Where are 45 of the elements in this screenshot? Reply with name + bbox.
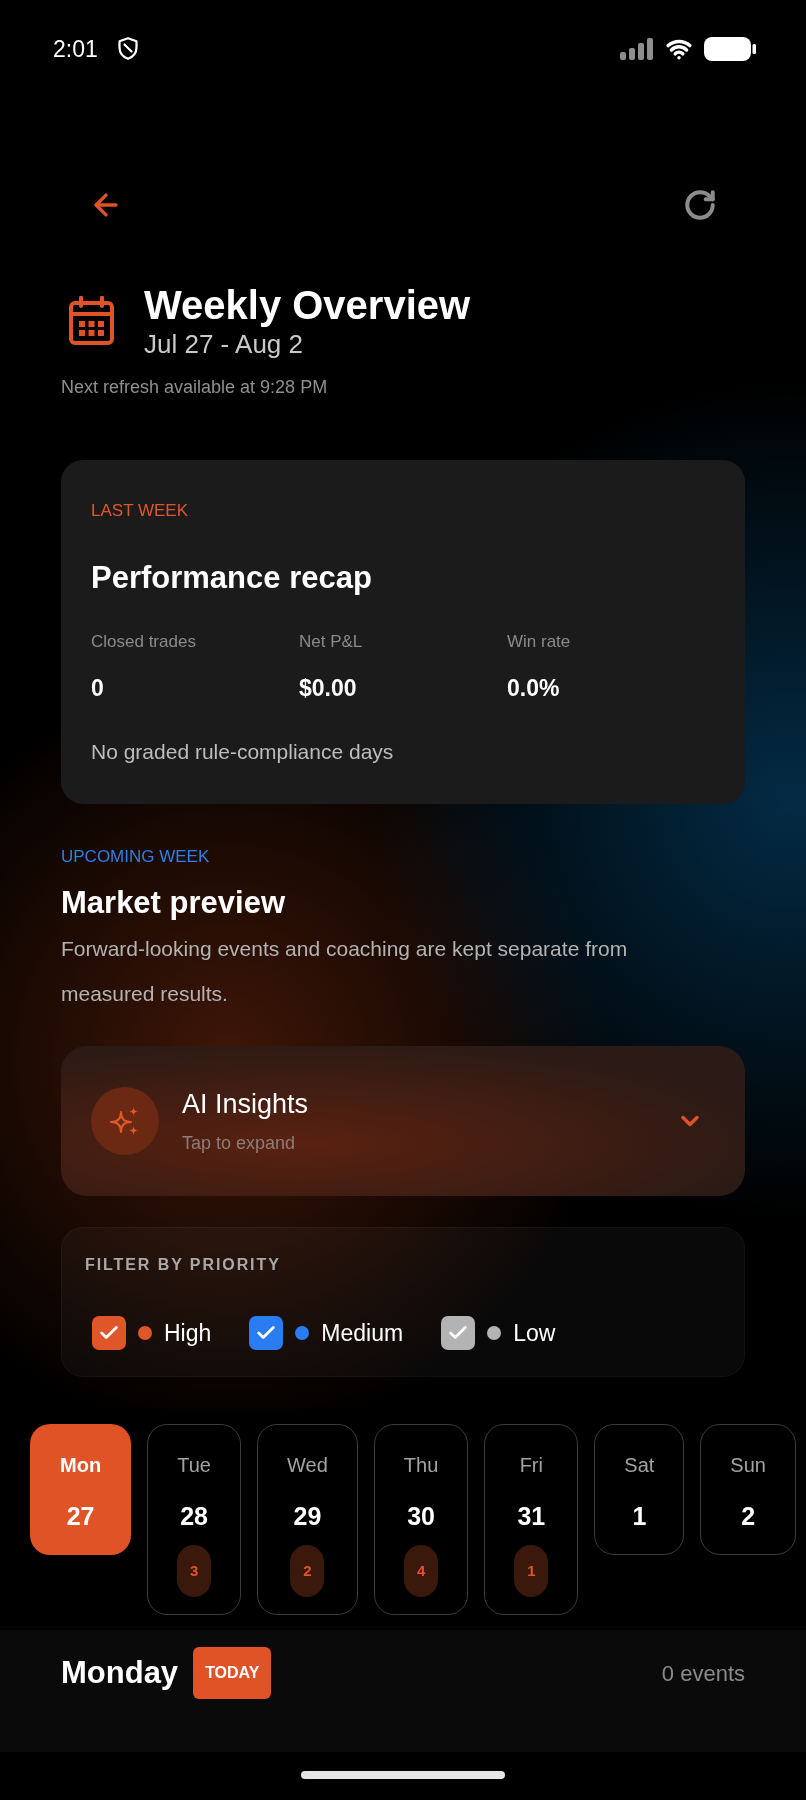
stat-label: Win rate [507, 631, 572, 653]
card-title: Performance recap [91, 559, 373, 597]
priority-label: Medium [321, 1319, 404, 1347]
event-count: 3 [177, 1545, 212, 1597]
stat-value: $0.00 [299, 674, 358, 702]
signal-icon [620, 37, 654, 60]
date-range: Jul 27 - Aug 2 [144, 328, 304, 360]
event-count: 4 [404, 1545, 439, 1597]
section-eyebrow: LAST WEEK [91, 501, 189, 521]
checkbox[interactable] [249, 1316, 284, 1350]
shield-icon [117, 37, 138, 60]
filter-title: FILTER BY PRIORITY [85, 1255, 282, 1275]
day-tab[interactable]: Mon 27 [30, 1424, 132, 1555]
section-description: Forward-looking events and coaching are kept separate from measured results. [61, 936, 629, 1007]
today-badge: TODAY [193, 1647, 272, 1699]
checkbox[interactable] [441, 1316, 476, 1350]
day-title: Monday [61, 1654, 179, 1692]
checkbox[interactable] [92, 1316, 126, 1350]
ai-insights-subtitle: Tap to expand [182, 1132, 297, 1154]
priority-label: Low [513, 1319, 556, 1347]
day-tab[interactable]: Fri 31 1 [484, 1424, 579, 1615]
page-title: Weekly Overview [144, 282, 471, 328]
stat-label: Closed trades [91, 631, 197, 653]
day-tab[interactable]: Tue 28 3 [147, 1424, 242, 1615]
section-title: Market preview [61, 884, 286, 922]
priority-label: High [164, 1319, 212, 1347]
recap-note: No graded rule-compliance days [91, 739, 395, 765]
section-eyebrow: UPCOMING WEEK [61, 847, 211, 867]
stat-label: Net P&L [299, 631, 364, 653]
battery-icon [704, 36, 756, 61]
day-tab[interactable]: Sun 2 [700, 1424, 796, 1555]
stat-value: 0 [91, 674, 105, 702]
ai-insights-card[interactable]: AI Insights Tap to expand [61, 1046, 745, 1196]
day-tab[interactable]: Thu 30 4 [373, 1424, 469, 1615]
refresh-icon [683, 188, 717, 222]
calendar-icon [68, 296, 115, 346]
day-tab[interactable]: Wed 29 2 [257, 1424, 358, 1615]
ai-insights-title: AI Insights [182, 1088, 310, 1120]
event-count: 2 [290, 1545, 325, 1597]
refresh-note: Next refresh available at 9:28 PM [61, 376, 329, 398]
event-count-text: 0 events [661, 1659, 745, 1688]
stat-value: 0.0% [507, 674, 561, 702]
day-tab[interactable]: Sat 1 [594, 1424, 685, 1555]
event-count: 1 [514, 1545, 549, 1597]
status-time: 2:01 [53, 34, 98, 63]
